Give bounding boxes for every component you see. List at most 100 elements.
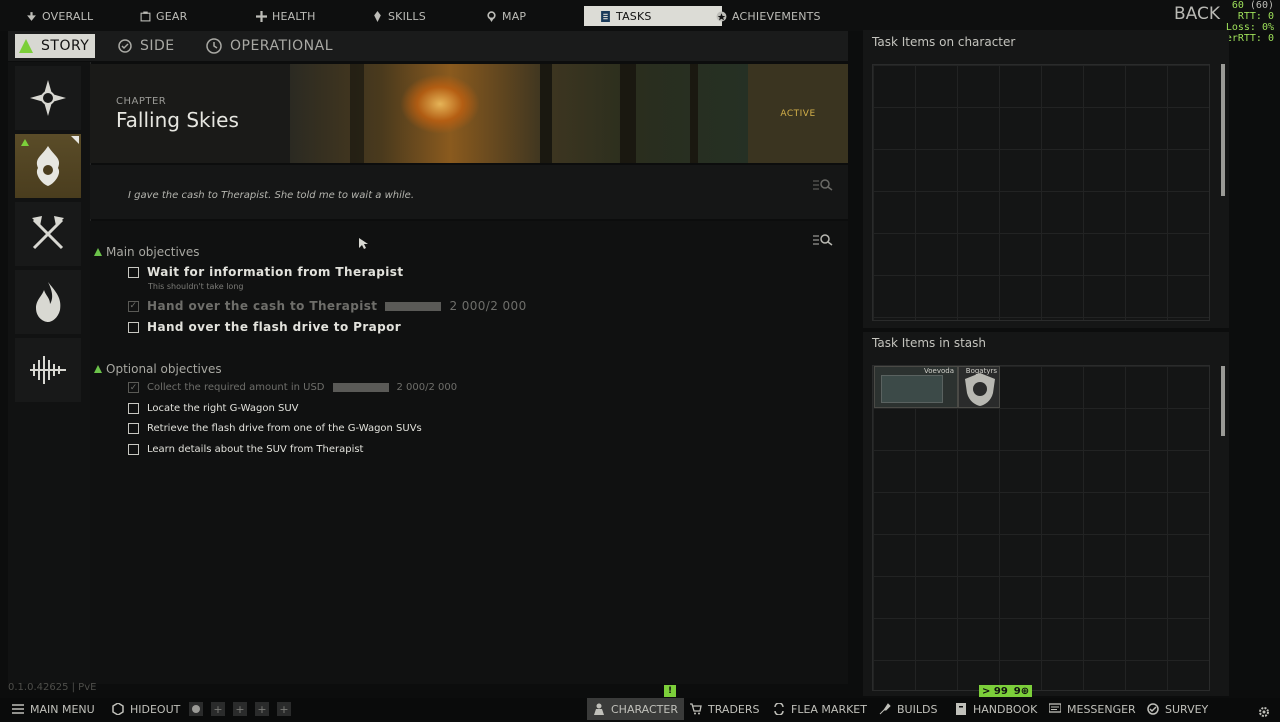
- tab-operational[interactable]: OPERATIONAL: [206, 34, 333, 58]
- main-objectives-header: Main objectives: [94, 245, 200, 259]
- map-pin-icon: [487, 10, 496, 22]
- traders-button[interactable]: TRADERS: [690, 698, 760, 720]
- objective-text: Learn details about the SUV from Therapi…: [147, 444, 364, 455]
- objective-text: Hand over the cash to Therapist: [147, 299, 378, 313]
- objective-checkbox[interactable]: [128, 403, 139, 414]
- stash-items-grid[interactable]: [872, 365, 1210, 691]
- objective-item[interactable]: Locate the right G-Wagon SUV: [128, 403, 298, 414]
- settings-button[interactable]: [1258, 703, 1270, 722]
- stash-item-label: Bogatyrs: [965, 367, 997, 375]
- chapter-label: CHAPTER: [116, 96, 167, 107]
- chapter-banner-image: [290, 64, 748, 163]
- chapter-button-compass[interactable]: [15, 66, 81, 130]
- builds-button[interactable]: BUILDS: [879, 698, 937, 720]
- crossed-axes-icon: [32, 216, 64, 250]
- tab-overall[interactable]: OVERALL: [26, 6, 93, 26]
- tab-side[interactable]: SIDE: [118, 34, 175, 58]
- quick-slot[interactable]: +: [255, 702, 269, 716]
- tab-skills[interactable]: SKILLS: [372, 6, 426, 26]
- optional-objectives-header-label: Optional objectives: [106, 362, 222, 376]
- chapter-button-axes[interactable]: [15, 202, 81, 266]
- profile-icon: [192, 705, 200, 713]
- objective-checkbox-checked[interactable]: ✓: [128, 382, 139, 393]
- tab-tasks[interactable]: TASKS: [584, 6, 722, 26]
- objective-item[interactable]: Retrieve the flash drive from one of the…: [128, 423, 422, 434]
- magnifier-icon: [813, 179, 833, 191]
- objective-checkbox-checked[interactable]: ✓: [128, 300, 139, 312]
- objective-item[interactable]: ✓ Hand over the cash to Therapist 2 000/…: [128, 299, 527, 313]
- main-menu-label: MAIN MENU: [30, 702, 95, 716]
- objective-progress-text: 2 000/2 000: [396, 382, 458, 393]
- character-items-grid[interactable]: [872, 64, 1210, 321]
- main-objectives-header-label: Main objectives: [106, 245, 200, 259]
- character-button[interactable]: CHARACTER: [587, 698, 684, 720]
- objective-progress-bar: [385, 301, 442, 311]
- quick-slot-profile[interactable]: [189, 702, 203, 716]
- tasks-icon: [601, 10, 610, 22]
- chapter-title: Falling Skies: [116, 108, 239, 132]
- tab-story[interactable]: STORY: [15, 34, 96, 58]
- falling-star-icon: [36, 146, 60, 186]
- messenger-button[interactable]: MESSENGER: [1049, 698, 1136, 720]
- objective-text: Collect the required amount in USD: [147, 382, 325, 393]
- rtt-value: RTT: 0: [1237, 11, 1274, 22]
- objective-text: Retrieve the flash drive from one of the…: [147, 423, 422, 434]
- chapter-button-flame[interactable]: [15, 270, 81, 334]
- tab-map[interactable]: MAP: [486, 6, 526, 26]
- compass-star-icon: [30, 80, 66, 116]
- stash-item-bogatyrs[interactable]: Bogatyrs: [958, 366, 1000, 408]
- objective-text: Wait for information from Therapist: [147, 265, 404, 279]
- stash-items-title: Task Items in stash: [872, 336, 987, 350]
- tab-achievements[interactable]: ACHIEVEMENTS: [716, 6, 821, 26]
- corner-flag-icon: [71, 136, 79, 144]
- arrow-down-icon: [27, 11, 36, 21]
- objective-checkbox[interactable]: [128, 423, 139, 434]
- tab-health[interactable]: HEALTH: [256, 6, 316, 26]
- tab-operational-label: OPERATIONAL: [230, 38, 334, 54]
- handbook-button[interactable]: HANDBOOK: [955, 698, 1037, 720]
- survey-icon: [1147, 703, 1159, 715]
- cart-icon: [690, 703, 702, 715]
- quick-slot[interactable]: +: [211, 702, 225, 716]
- alert-triangle-icon: [94, 365, 102, 373]
- version-label: 0.1.0.42625 | PvE: [8, 682, 97, 693]
- objective-checkbox[interactable]: [128, 321, 139, 333]
- inspect-description-button[interactable]: [813, 176, 833, 195]
- objective-progress-text: 2 000/2 000: [449, 299, 527, 313]
- main-menu-button[interactable]: MAIN MENU: [12, 698, 95, 720]
- flea-market-label: FLEA MARKET: [791, 702, 867, 716]
- chapter-description: I gave the cash to Therapist. She told m…: [128, 190, 415, 201]
- objective-item[interactable]: Wait for information from Therapist: [128, 265, 403, 279]
- objective-item[interactable]: ✓ Collect the required amount in USD 2 0…: [128, 382, 457, 393]
- tab-health-label: HEALTH: [272, 9, 316, 23]
- objective-checkbox[interactable]: [128, 444, 139, 455]
- alert-triangle-icon: [94, 248, 102, 256]
- tab-gear[interactable]: GEAR: [140, 6, 187, 26]
- tab-side-label: SIDE: [140, 38, 175, 54]
- survey-label: SURVEY: [1165, 702, 1209, 716]
- exchange-icon: [774, 703, 784, 715]
- optional-objectives-header: Optional objectives: [94, 362, 222, 376]
- flea-market-button[interactable]: FLEA MARKET: [773, 698, 867, 720]
- objective-text: Hand over the flash drive to Prapor: [147, 320, 402, 334]
- hideout-button[interactable]: HIDEOUT: [112, 698, 180, 720]
- character-items-scrollbar[interactable]: [1221, 64, 1225, 196]
- stash-item-voevoda[interactable]: Voevoda: [874, 366, 958, 408]
- objective-item[interactable]: Learn details about the SUV from Therapi…: [128, 444, 363, 455]
- stash-items-scrollbar[interactable]: [1221, 366, 1225, 436]
- survey-button[interactable]: SURVEY: [1147, 698, 1208, 720]
- quick-slot[interactable]: +: [277, 702, 291, 716]
- tab-achievements-label: ACHIEVEMENTS: [732, 9, 821, 23]
- chapter-button-falling-skies[interactable]: [15, 134, 81, 198]
- chapter-button-frequency[interactable]: [15, 338, 81, 402]
- quick-slot[interactable]: +: [233, 702, 247, 716]
- builds-label: BUILDS: [897, 702, 938, 716]
- character-items-title: Task Items on character: [872, 35, 1016, 49]
- stash-item-label: Voevoda: [924, 367, 954, 375]
- check-circle-icon: [118, 39, 132, 53]
- objective-item[interactable]: Hand over the flash drive to Prapor: [128, 320, 401, 334]
- notification-badge[interactable]: !: [664, 685, 676, 697]
- inspect-objectives-button[interactable]: [813, 231, 833, 250]
- hideout-icon: [112, 703, 124, 715]
- objective-checkbox[interactable]: [128, 266, 139, 278]
